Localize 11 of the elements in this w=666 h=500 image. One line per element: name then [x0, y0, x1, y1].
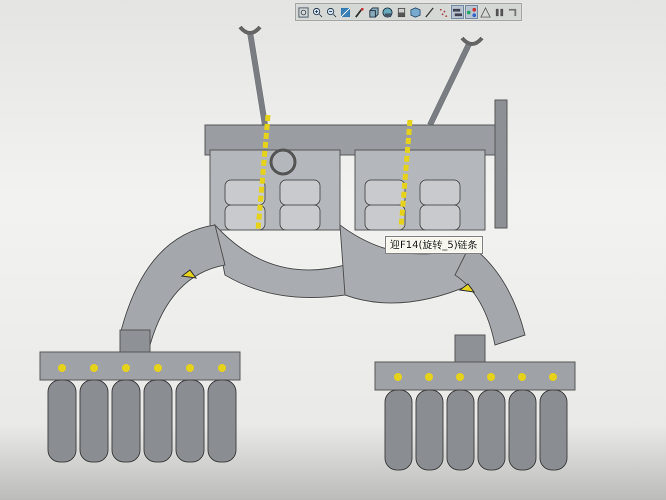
- zoom-in-button[interactable]: [311, 5, 324, 19]
- tooltip: 迎F14(旋转_5)链条: [385, 236, 483, 254]
- zoom-out-button[interactable]: [325, 5, 338, 19]
- sketch-button[interactable]: [423, 5, 436, 19]
- cube-button[interactable]: [367, 5, 380, 19]
- layers-button[interactable]: [451, 5, 464, 19]
- nodes-button[interactable]: [465, 5, 478, 19]
- section-button[interactable]: [339, 5, 352, 19]
- triangle-button[interactable]: [479, 5, 492, 19]
- wand-button[interactable]: [353, 5, 366, 19]
- zoom-fit-button[interactable]: [297, 5, 310, 19]
